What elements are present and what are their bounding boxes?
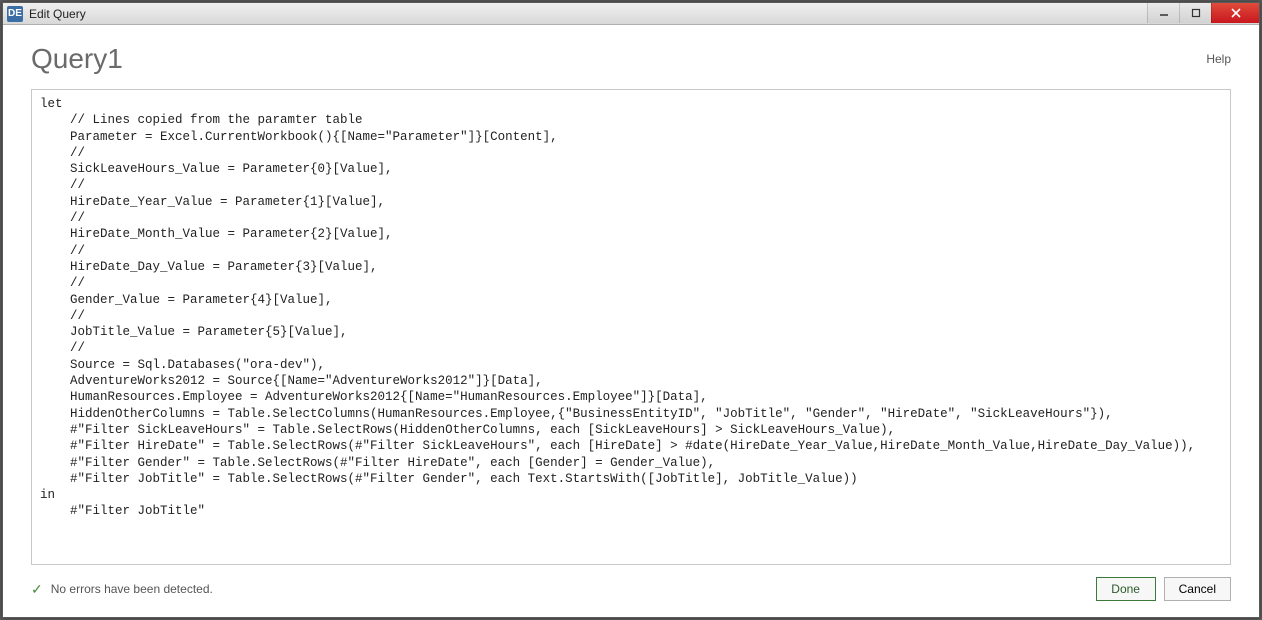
done-button[interactable]: Done	[1096, 577, 1156, 601]
minimize-button[interactable]	[1147, 3, 1179, 23]
dialog-buttons: Done Cancel	[1096, 577, 1231, 601]
maximize-button[interactable]	[1179, 3, 1211, 23]
query-editor[interactable]: let // Lines copied from the paramter ta…	[31, 89, 1231, 565]
app-icon: DE	[7, 6, 23, 22]
content-area: Query1 Help let // Lines copied from the…	[3, 25, 1259, 617]
page-title: Query1	[31, 43, 123, 75]
status-message: No errors have been detected.	[51, 582, 213, 596]
titlebar[interactable]: DE Edit Query	[3, 3, 1259, 25]
minimize-icon	[1159, 8, 1169, 18]
header-row: Query1 Help	[31, 43, 1231, 75]
window-controls	[1147, 3, 1259, 23]
window-title: Edit Query	[29, 7, 86, 21]
status-row: ✓ No errors have been detected. Done Can…	[31, 575, 1231, 603]
close-icon	[1231, 8, 1241, 18]
cancel-button[interactable]: Cancel	[1164, 577, 1231, 601]
close-button[interactable]	[1211, 3, 1259, 23]
maximize-icon	[1191, 8, 1201, 18]
edit-query-window: DE Edit Query Query1 Help let // Lines c…	[2, 2, 1260, 618]
status-message-container: ✓ No errors have been detected.	[31, 581, 213, 598]
help-link[interactable]: Help	[1206, 52, 1231, 66]
check-icon: ✓	[31, 581, 43, 598]
